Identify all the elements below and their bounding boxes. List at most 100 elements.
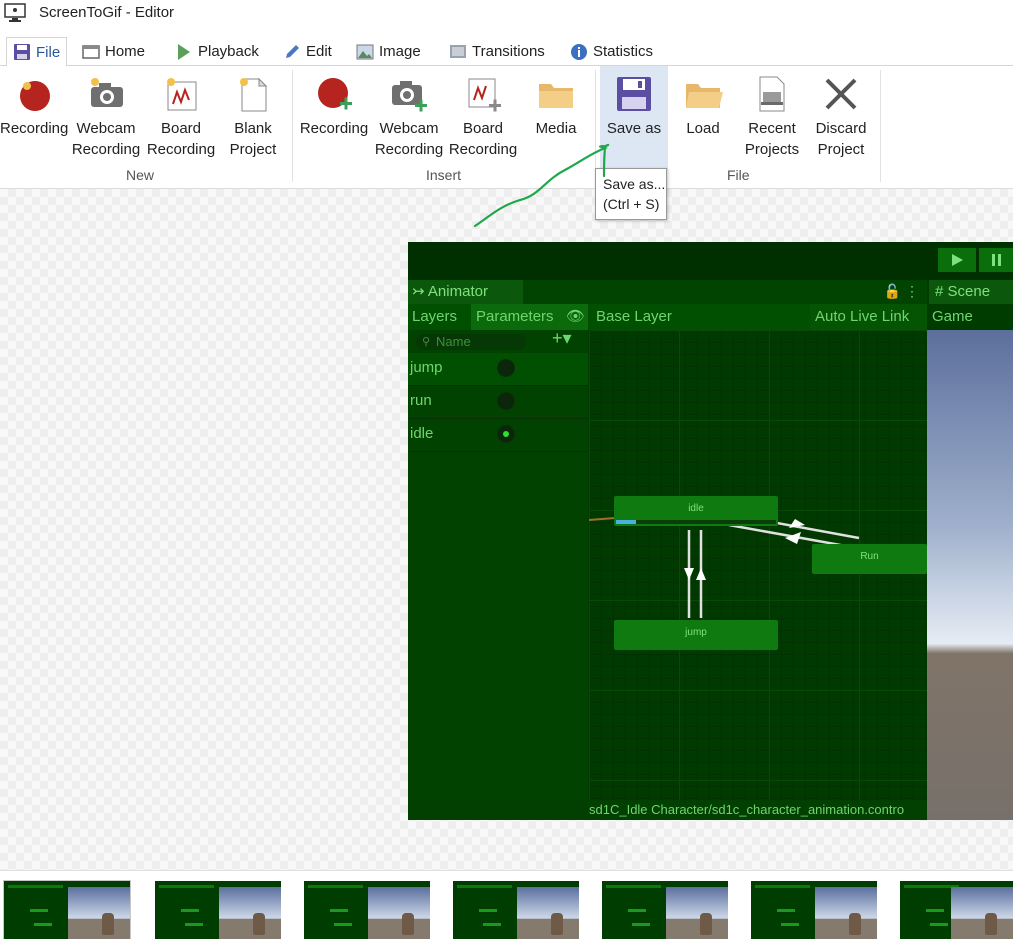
- bool-toggle-icon: [497, 359, 515, 377]
- recent-projects-icon: [759, 76, 785, 112]
- parameters-tab: Parameters: [476, 308, 554, 325]
- new-webcam-recording-button[interactable]: Webcam Recording: [70, 66, 142, 170]
- tab-file[interactable]: File: [6, 37, 68, 67]
- animator-subheader: Layers Parameters 👁 Base Layer Auto Live…: [408, 304, 973, 330]
- new-board-recording-button[interactable]: Board Recording: [145, 66, 217, 170]
- lock-menu-icon: 🔓 ⋮: [883, 283, 919, 299]
- tab-statistics-label: Statistics: [593, 43, 654, 60]
- animator-path-text: sd1C_Idle Character/sd1c_character_anima…: [589, 802, 905, 817]
- tab-playback-label: Playback: [198, 43, 259, 60]
- state-run: Run: [812, 544, 927, 574]
- tab-transitions-label: Transitions: [472, 43, 545, 60]
- monitor-icon: [4, 3, 26, 22]
- scene-tab: # Scene: [929, 280, 1013, 304]
- blank-label-1: Blank: [234, 120, 272, 137]
- pencil-icon: [286, 44, 299, 58]
- frame-thumbnail[interactable]: [751, 881, 877, 939]
- state-idle-label: idle: [688, 503, 704, 514]
- save-icon: [617, 77, 651, 111]
- play-icon: [178, 43, 190, 60]
- frame-thumbnail[interactable]: [304, 881, 430, 939]
- tab-transitions[interactable]: Transitions: [449, 38, 545, 65]
- play-icon: [952, 254, 963, 266]
- base-layer-breadcrumb: Base Layer: [596, 308, 672, 325]
- window-title: ScreenToGif - Editor: [39, 4, 175, 21]
- state-run-label: Run: [860, 551, 879, 562]
- close-icon: [825, 78, 857, 110]
- transitions-icon: [450, 44, 466, 58]
- tab-home[interactable]: Home: [82, 38, 145, 65]
- state-idle: idle: [614, 496, 778, 526]
- home-icon: [82, 44, 100, 59]
- recent-projects-button[interactable]: Recent Projects: [738, 66, 806, 170]
- insert-recording-label: Recording: [299, 120, 369, 137]
- animator-statusbar: sd1C_Idle Character/sd1c_character_anima…: [408, 800, 927, 820]
- animator-tab-label: Animator: [427, 283, 488, 300]
- tab-statistics[interactable]: Statistics: [570, 38, 653, 65]
- recent-label-2: Projects: [744, 141, 800, 158]
- add-parameter-icon: +▾: [552, 328, 572, 348]
- unity-play-button: [938, 248, 976, 272]
- insert-recording-button[interactable]: Recording: [298, 66, 370, 170]
- state-progress-fill: [616, 520, 636, 524]
- parameters-panel: ⚲ Name +▾ jump run idle: [408, 328, 588, 800]
- unity-toolbar: [408, 242, 1013, 280]
- state-progress-track: [616, 520, 776, 524]
- tab-playback[interactable]: Playback: [175, 38, 259, 65]
- search-placeholder: Name: [436, 334, 471, 349]
- frame-thumbnail[interactable]: [900, 881, 1013, 939]
- new-recording-button[interactable]: Recording: [0, 66, 68, 170]
- game-view: [927, 330, 1013, 820]
- save-icon: [14, 44, 30, 60]
- insert-webcam-label-2: Recording: [374, 141, 444, 158]
- recent-label-1: Recent: [748, 120, 796, 137]
- frame-thumbnail[interactable]: [3, 880, 131, 939]
- folder-open-icon: [686, 84, 723, 108]
- discard-label-1: Discard: [815, 120, 867, 137]
- tab-edit[interactable]: Edit: [283, 38, 332, 65]
- insert-webcam-recording-button[interactable]: Webcam Recording: [373, 66, 445, 170]
- grid-icon: #: [935, 283, 948, 300]
- frame-thumbnail[interactable]: [453, 881, 579, 939]
- discard-project-button[interactable]: Discard Project: [808, 66, 874, 170]
- unity-pause-button: [979, 248, 1013, 272]
- new-board-label-1: Board: [160, 120, 202, 137]
- animator-tab: ↣ Animator: [408, 280, 523, 304]
- board-add-icon: [468, 78, 501, 112]
- animator-icon: ↣: [412, 283, 428, 300]
- tab-image[interactable]: Image: [356, 38, 421, 65]
- eye-icon: 👁: [566, 308, 586, 325]
- load-button[interactable]: Load: [672, 66, 734, 170]
- state-jump-label: jump: [685, 627, 707, 638]
- tab-edit-label: Edit: [306, 43, 332, 60]
- parameter-name: jump: [410, 359, 443, 376]
- tab-home-label: Home: [105, 43, 146, 60]
- parameter-name: idle: [410, 425, 434, 442]
- new-webcam-label-1: Webcam: [76, 120, 136, 137]
- state-jump: jump: [614, 620, 778, 650]
- bool-toggle-icon: [497, 392, 515, 410]
- blank-label-2: Project: [229, 141, 277, 158]
- board-icon: [167, 78, 197, 111]
- frame-thumbnail[interactable]: [155, 881, 281, 939]
- parameter-search: ⚲ Name: [416, 334, 526, 350]
- ribbon-tabs: File Home Playback Edit Image Transition…: [0, 37, 1013, 67]
- info-icon: [571, 43, 587, 60]
- parameter-row: jump: [408, 353, 588, 386]
- group-insert-label: Insert: [426, 167, 462, 183]
- camera-icon: [91, 78, 123, 107]
- group-separator: [880, 70, 881, 182]
- discard-label-2: Project: [817, 141, 865, 158]
- save-as-label: Save as: [606, 120, 662, 137]
- insert-board-label-1: Board: [462, 120, 504, 137]
- blank-project-button[interactable]: Blank Project: [222, 66, 284, 170]
- insert-webcam-label-1: Webcam: [379, 120, 439, 137]
- blank-page-icon: [240, 77, 268, 112]
- group-file-label: File: [727, 167, 750, 183]
- image-icon: [356, 44, 374, 59]
- layers-tab: Layers: [412, 308, 458, 325]
- scene-tab-label: Scene: [947, 283, 991, 300]
- frame-thumbnail[interactable]: [602, 881, 728, 939]
- parameter-row: run: [408, 386, 588, 419]
- frame-filmstrip: [0, 870, 1013, 939]
